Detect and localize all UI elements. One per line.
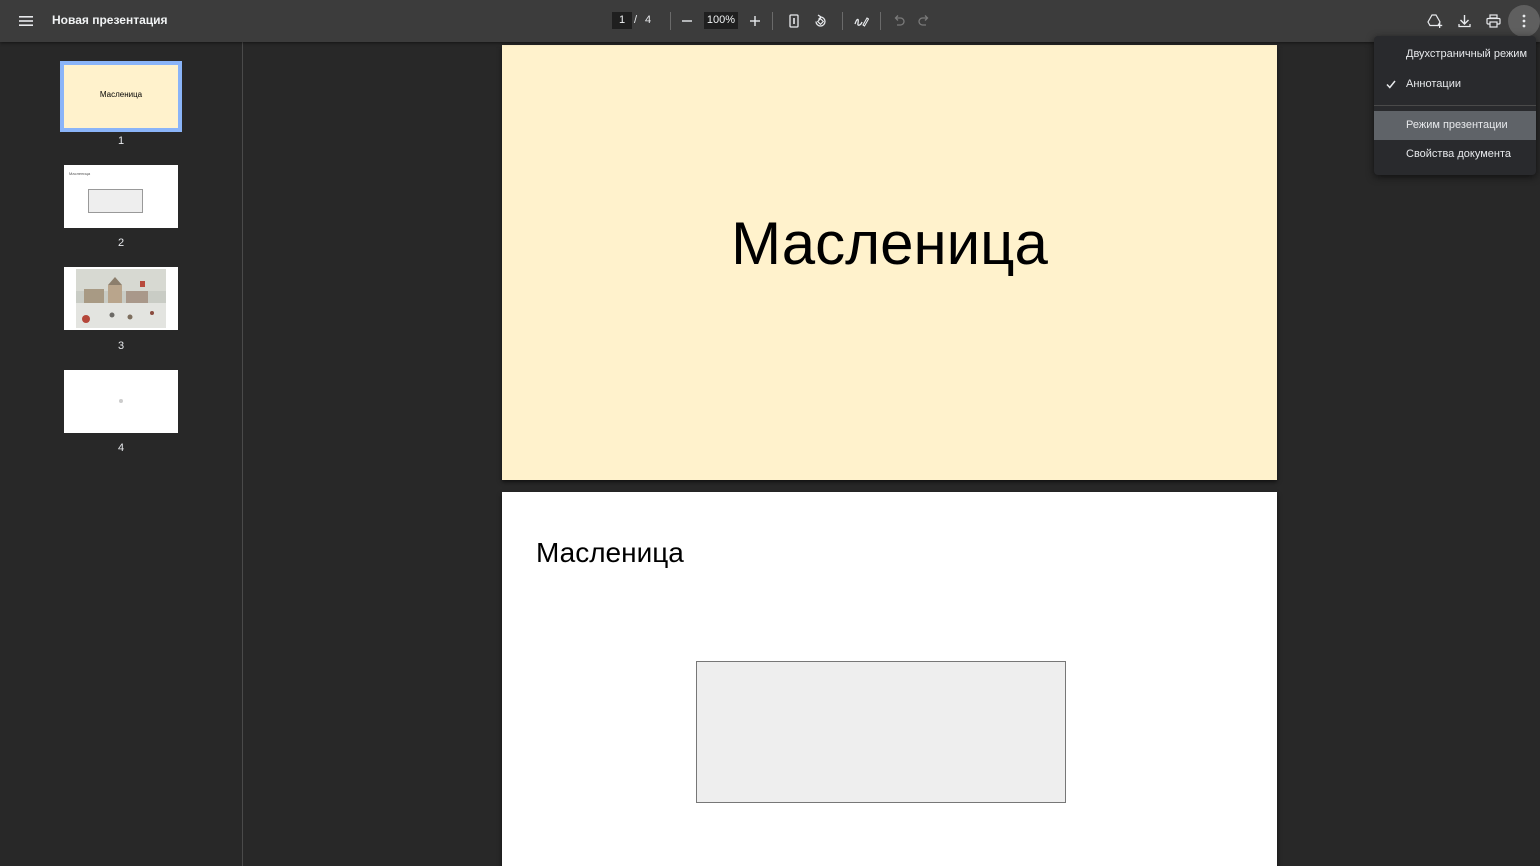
thumbnail-title: Масленица [99, 90, 143, 99]
zoom-out-button[interactable] [671, 5, 703, 37]
menu-item-annotations[interactable]: Аннотации [1374, 70, 1536, 99]
annotate-button[interactable] [845, 5, 877, 37]
thumbnail-image [64, 267, 178, 330]
menu-item-two-page-view[interactable]: Двухстраничный режим [1374, 40, 1536, 69]
zoom-input[interactable]: 100% [704, 12, 738, 29]
thumbnail-dot [119, 399, 123, 403]
hamburger-icon [19, 16, 33, 26]
image-placeholder-box [696, 661, 1066, 803]
thumbnail-placeholder-box [88, 189, 143, 213]
toolbar-divider [842, 12, 843, 30]
thumbnail-number: 1 [117, 135, 125, 147]
sidebar-menu-button[interactable] [10, 5, 42, 37]
thumbnail-sidebar: Масленица 1 Масленица 2 3 4 [0, 42, 243, 866]
more-vert-icon [1522, 14, 1526, 28]
thumbnail-image [64, 370, 178, 433]
pdf-page-2: Масленица [502, 492, 1277, 866]
redo-button[interactable] [908, 5, 940, 37]
menu-divider [1374, 105, 1536, 106]
thumbnail-page-2[interactable]: Масленица [64, 165, 178, 228]
save-to-drive-button[interactable] [1419, 5, 1451, 37]
thumbnail-page-1[interactable]: Масленица [60, 61, 182, 132]
thumbnail-image: Масленица [64, 165, 178, 228]
toolbar-divider [772, 12, 773, 30]
page-total: 4 [645, 14, 652, 26]
slide-title: Масленица [731, 210, 1048, 277]
print-icon [1485, 14, 1501, 28]
rotate-icon [814, 13, 826, 27]
drive-add-icon [1427, 14, 1443, 28]
document-title: Новая презентация [52, 13, 168, 27]
page-separator: / [634, 14, 638, 26]
more-actions-menu: Двухстраничный режим Аннотации Режим пре… [1374, 36, 1536, 175]
rotate-button[interactable] [804, 5, 836, 37]
undo-icon [894, 15, 905, 26]
pen-icon [853, 17, 869, 27]
check-icon [1386, 80, 1396, 89]
redo-icon [917, 15, 928, 26]
pdf-page-1: Масленица [502, 45, 1277, 480]
download-button[interactable] [1448, 5, 1480, 37]
slide-heading: Масленица [536, 537, 684, 568]
thumbnail-number: 3 [117, 340, 125, 352]
minus-icon [682, 20, 692, 22]
fit-page-icon [789, 14, 799, 28]
thumbnail-image: Масленица [60, 61, 182, 132]
menu-item-presentation-mode[interactable]: Режим презентации [1374, 111, 1536, 140]
document-viewer[interactable]: Масленица Масленица [243, 42, 1540, 866]
painting-thumbnail-image [64, 267, 178, 330]
plus-icon [750, 16, 760, 26]
thumbnail-page-4[interactable] [64, 370, 178, 433]
download-icon [1457, 15, 1471, 28]
thumbnail-page-3[interactable] [64, 267, 178, 330]
thumbnail-number: 2 [117, 237, 125, 249]
menu-item-document-properties[interactable]: Свойства документа [1374, 140, 1536, 169]
thumbnail-title: Масленица [69, 171, 91, 176]
page-number-input[interactable]: 1 [612, 12, 632, 29]
more-actions-button[interactable] [1508, 5, 1540, 37]
print-button[interactable] [1477, 5, 1509, 37]
top-toolbar: Новая презентация 1 / 4 100% [0, 0, 1540, 42]
toolbar-divider [880, 12, 881, 30]
thumbnail-number: 4 [117, 442, 125, 454]
zoom-in-button[interactable] [739, 5, 771, 37]
